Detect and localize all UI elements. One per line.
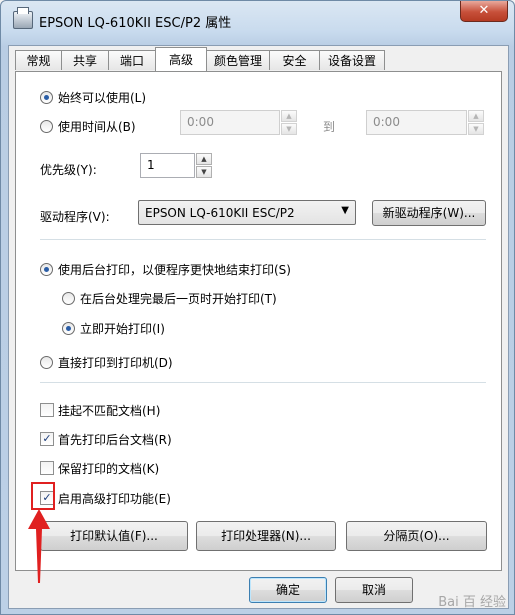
ok-button[interactable]: 确定 — [249, 577, 327, 603]
print-spooled-first-checkbox[interactable]: ✓ — [40, 432, 54, 446]
annotation-arrow-icon — [28, 509, 50, 583]
printing-defaults-button[interactable]: 打印默认值(F)... — [40, 521, 188, 551]
close-button[interactable]: ✕ — [460, 1, 508, 22]
driver-dropdown[interactable]: EPSON LQ-610KII ESC/P2 ▼ — [138, 200, 356, 225]
dialog-client: 常规 共享 端口 高级 颜色管理 安全 设备设置 始终可以使用(L) 使用时间从… — [8, 45, 509, 609]
print-processor-button[interactable]: 打印处理器(N)... — [196, 521, 336, 551]
priority-field[interactable]: 1 — [140, 153, 195, 178]
spin-up-icon[interactable]: ▲ — [468, 110, 484, 122]
always-available-label: 始终可以使用(L) — [58, 91, 147, 105]
spin-down-icon[interactable]: ▼ — [468, 123, 484, 135]
window-title: EPSON LQ-610KII ESC/P2 属性 — [39, 16, 232, 31]
always-available-radio[interactable] — [40, 91, 53, 104]
keep-printed-docs-label: 保留打印的文档(K) — [58, 462, 160, 476]
divider — [40, 239, 486, 240]
available-from-label: 使用时间从(B) — [58, 120, 136, 134]
enable-advanced-features-label: 启用高级打印功能(E) — [58, 492, 171, 506]
properties-window: EPSON LQ-610KII ESC/P2 属性 ✕ 常规 共享 端口 高级 … — [0, 0, 515, 615]
title-bar[interactable]: EPSON LQ-610KII ESC/P2 属性 ✕ — [1, 1, 514, 45]
print-direct-label: 直接打印到打印机(D) — [58, 356, 173, 370]
spin-up-icon[interactable]: ▲ — [281, 110, 297, 122]
start-immediately-radio[interactable] — [62, 322, 75, 335]
to-label: 到 — [323, 120, 336, 134]
start-immediately-label: 立即开始打印(I) — [80, 322, 165, 336]
priority-spinner[interactable]: ▲ ▼ — [196, 153, 212, 178]
driver-selected-value: EPSON LQ-610KII ESC/P2 — [145, 206, 295, 220]
start-after-last-page-radio[interactable] — [62, 292, 75, 305]
new-driver-button[interactable]: 新驱动程序(W)... — [372, 200, 486, 226]
cancel-button[interactable]: 取消 — [335, 577, 413, 603]
divider — [40, 382, 486, 383]
driver-label: 驱动程序(V): — [40, 210, 110, 224]
print-spooled-first-label: 首先打印后台文档(R) — [58, 433, 172, 447]
tab-general[interactable]: 常规 — [15, 50, 62, 70]
to-time-field[interactable]: 0:00 — [366, 110, 467, 135]
tab-security[interactable]: 安全 — [269, 50, 320, 70]
tab-color-management[interactable]: 颜色管理 — [206, 50, 270, 70]
spin-up-icon[interactable]: ▲ — [196, 153, 212, 165]
from-time-field[interactable]: 0:00 — [180, 110, 280, 135]
print-direct-radio[interactable] — [40, 356, 53, 369]
separator-page-button[interactable]: 分隔页(O)... — [346, 521, 487, 551]
hold-mismatched-checkbox[interactable] — [40, 403, 54, 417]
advanced-tab-panel: 始终可以使用(L) 使用时间从(B) 0:00 ▲ ▼ 到 0:00 ▲ ▼ 优… — [15, 71, 502, 571]
printer-icon — [13, 7, 33, 29]
keep-printed-docs-checkbox[interactable] — [40, 461, 54, 475]
start-after-last-page-label: 在后台处理完最后一页时开始打印(T) — [80, 292, 277, 306]
dropdown-arrow-icon: ▼ — [341, 205, 349, 216]
tab-advanced[interactable]: 高级 — [155, 47, 207, 71]
use-spool-label: 使用后台打印，以便程序更快地结束打印(S) — [58, 263, 291, 277]
tab-ports[interactable]: 端口 — [108, 50, 156, 70]
to-time-spinner[interactable]: ▲ ▼ — [468, 110, 484, 135]
watermark: Bai 百 经验 — [438, 595, 506, 610]
tab-device-settings[interactable]: 设备设置 — [319, 50, 385, 70]
available-from-radio[interactable] — [40, 120, 53, 133]
spin-down-icon[interactable]: ▼ — [281, 123, 297, 135]
annotation-highlight-box — [31, 482, 55, 510]
from-time-spinner[interactable]: ▲ ▼ — [281, 110, 297, 135]
priority-label: 优先级(Y): — [40, 163, 97, 177]
hold-mismatched-label: 挂起不匹配文档(H) — [58, 404, 161, 418]
use-spool-radio[interactable] — [40, 263, 53, 276]
spin-down-icon[interactable]: ▼ — [196, 166, 212, 178]
tab-sharing[interactable]: 共享 — [61, 50, 109, 70]
